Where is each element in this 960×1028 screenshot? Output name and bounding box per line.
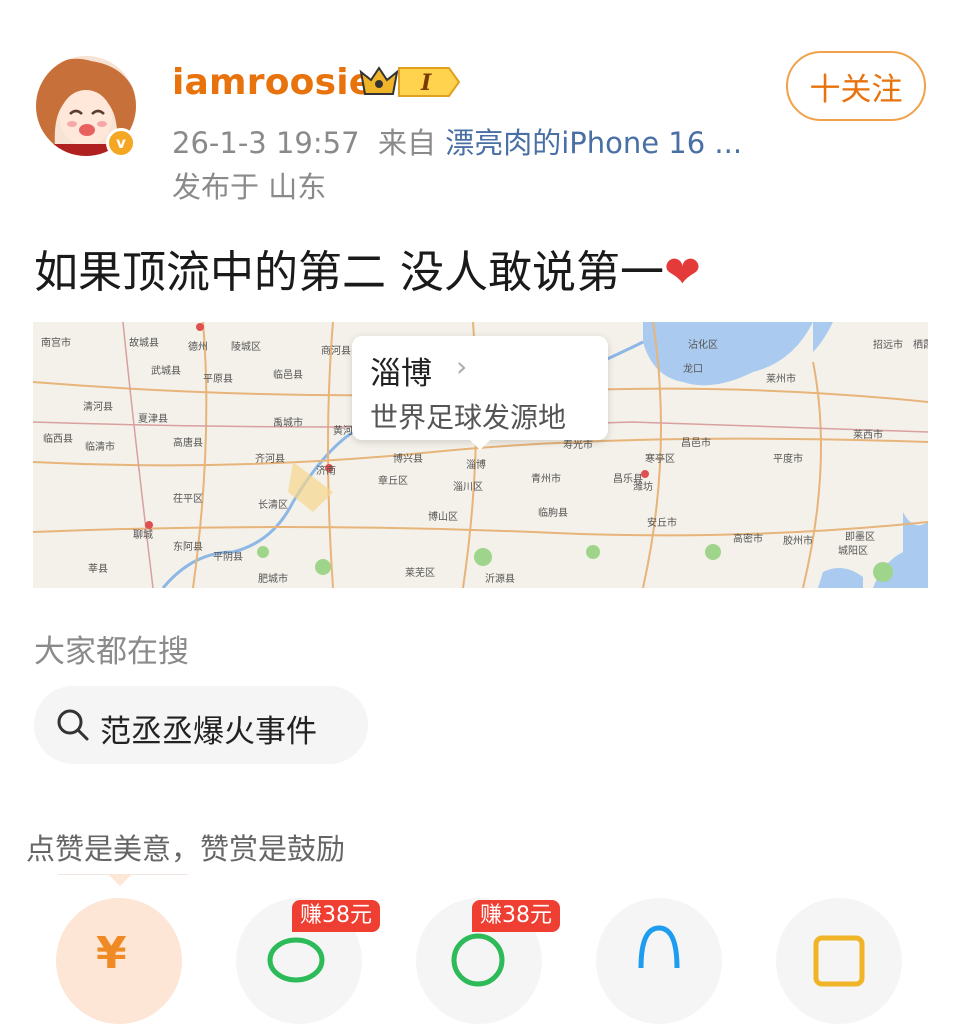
map-place-label: 昌邑市	[681, 436, 711, 449]
map-location-card[interactable]: 淄博 › 世界足球发源地	[352, 336, 608, 440]
reward-note: 点赞是美意，赞赏是鼓励	[26, 832, 346, 866]
map-place-label: 高密市	[733, 532, 763, 545]
source-prefix: 来自	[377, 126, 436, 160]
map-place-label: 昌乐县	[613, 473, 643, 485]
map-place-label: 武城县	[151, 364, 181, 377]
map-place-label: 招远市	[873, 338, 903, 351]
map-place-label: 寒亭区	[645, 452, 675, 465]
post-text: 如果顶流中的第二 没人敢说第一❤	[34, 236, 701, 300]
post-location: 发布于 山东	[172, 170, 327, 204]
vip-level: I	[420, 70, 432, 96]
post-text-body: 如果顶流中的第二 没人敢说第一	[34, 247, 664, 298]
map-place-label: 胶州市	[783, 534, 813, 547]
map-place-label: 莘县	[88, 562, 108, 575]
map-place-label: 黄河	[333, 424, 353, 437]
map-place-label: 齐河县	[255, 452, 285, 465]
map-place-label: 淄博	[466, 458, 486, 471]
map-place-label: 沂源县	[485, 572, 515, 585]
map-place-label: 长清区	[258, 498, 288, 511]
trending-search-heading: 大家都在搜	[34, 634, 189, 670]
map-place-label: 陵城区	[231, 341, 261, 353]
map-place-label: 沾化区	[688, 338, 718, 351]
map-place-label: 博兴县	[393, 452, 423, 465]
map-place-label: 临朐县	[538, 506, 568, 519]
post-meta: 26-1-3 19:57 来自 漂亮肉的iPhone 16 ...	[172, 120, 742, 162]
map-place-label: 临西县	[43, 432, 73, 445]
earn-badge: 赚38元	[472, 900, 560, 932]
map-place-label: 临邑县	[273, 368, 303, 381]
earn-badge: 赚38元	[292, 900, 380, 932]
map-place-label: 临清市	[85, 440, 115, 453]
reward-more-button[interactable]	[776, 898, 902, 1024]
post-date: 26-1-3 19:57	[172, 126, 360, 160]
vip-crown-icon[interactable]: I	[357, 62, 461, 102]
map-place-label: 章丘区	[378, 474, 408, 487]
search-icon	[57, 709, 89, 741]
map-place-label: 青州市	[531, 472, 561, 485]
map-place-label: 故城县	[129, 336, 159, 349]
map-place-label: 安丘市	[647, 516, 677, 529]
map-place-label: 莱州市	[766, 372, 796, 385]
more-share-icon	[813, 935, 865, 987]
map-place-label: 莱西市	[853, 428, 883, 441]
map-place-label: 龙口	[683, 362, 703, 375]
chevron-right-icon: ›	[456, 350, 468, 383]
map-place-label: 夏津县	[138, 413, 168, 425]
reward-yuan-button[interactable]: ¥	[56, 898, 182, 1024]
trending-search-chip[interactable]: 范丞丞爆火事件	[34, 686, 368, 764]
post-source[interactable]: 漂亮肉的iPhone 16 ...	[445, 126, 742, 160]
follow-button[interactable]: 十关注	[786, 51, 926, 121]
map-place-label: 即墨区	[845, 531, 875, 543]
svg-text:¥: ¥	[96, 928, 127, 979]
map-place-label: 博山区	[428, 510, 458, 523]
map-place-label: 东阿县	[173, 540, 203, 553]
username[interactable]: iamroosie	[172, 62, 373, 103]
map-place-label: 南宫市	[41, 336, 71, 349]
map-place-label: 淄川区	[453, 481, 483, 493]
map-place-label: 高唐县	[173, 436, 203, 449]
map-place-label: 莱芜区	[405, 566, 435, 579]
map-place-label: 禹城市	[273, 416, 303, 429]
map-place-label: 栖霞	[913, 338, 928, 351]
map-place-label: 济南	[316, 464, 336, 477]
map-card-title: 淄博	[370, 356, 432, 392]
map-place-label: 城阳区	[838, 545, 868, 557]
yuan-icon: ¥	[96, 928, 127, 979]
map-card-pointer	[468, 438, 492, 450]
map-place-label: 茌平区	[173, 493, 203, 505]
map-place-label: 平阴县	[213, 551, 243, 563]
map-place-label: 肥城市	[258, 572, 288, 585]
reward-note-pointer	[108, 874, 132, 886]
qq-icon	[638, 925, 680, 969]
map-place-label: 德州	[188, 340, 208, 353]
map-place-label: 平度市	[773, 452, 803, 465]
map-place-label: 清河县	[83, 400, 113, 413]
heart-emoji-icon: ❤	[664, 247, 701, 298]
verified-badge-icon: v	[106, 128, 136, 158]
trending-search-label: 范丞丞爆火事件	[100, 714, 317, 750]
map-place-label: 商河县	[321, 344, 351, 357]
map-place-label: 平原县	[203, 373, 233, 385]
map-place-label: 聊城	[133, 528, 153, 541]
reward-qq-button[interactable]	[596, 898, 722, 1024]
map-card-subtitle: 世界足球发源地	[370, 401, 567, 434]
